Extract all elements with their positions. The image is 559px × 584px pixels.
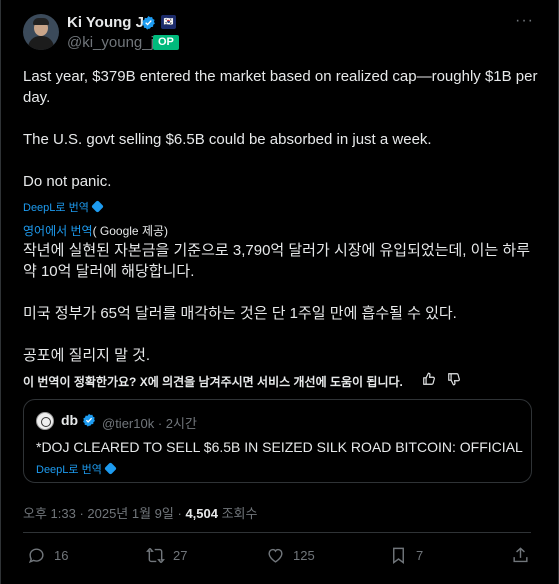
repost-icon (146, 547, 165, 563)
thumbs-up-icon[interactable] (422, 372, 436, 386)
view-count: 4,504 (185, 506, 218, 521)
repost-button[interactable]: 27 (146, 545, 187, 565)
reply-button[interactable]: 16 (27, 545, 68, 565)
tweet-text: Last year, $379B entered the market base… (23, 66, 543, 192)
reply-count: 16 (54, 547, 69, 563)
quote-author-name[interactable]: db (61, 412, 78, 428)
quote-deepl-translate-link[interactable]: DeepL로 번역 (36, 461, 117, 477)
translated-text: 작년에 실현된 자본금을 기준으로 3,790억 달러가 시장에 유입되었는데,… (23, 240, 543, 366)
translated-from-link[interactable]: 영어에서 번역 (23, 224, 93, 238)
quote-author-avatar[interactable] (36, 412, 54, 430)
op-badge: OP (153, 35, 179, 50)
bookmark-icon (393, 547, 404, 564)
tweet-meta: 오후 1:33 · 2025년 1월 9일 · 4,504 조회수 (23, 503, 257, 522)
repost-count: 27 (173, 547, 188, 563)
like-count: 125 (293, 547, 315, 563)
deepl-translate-link[interactable]: DeepL로 번역 (23, 199, 104, 215)
heart-icon (268, 548, 283, 563)
views-label: 조회수 (217, 506, 258, 521)
tweet-detail: Ki Young Ju 🇰🇷 @ki_young_ju OP ··· Last … (0, 0, 559, 584)
bookmark-count: 7 (416, 547, 424, 563)
like-button[interactable]: 125 (266, 545, 315, 565)
tweet-timestamp[interactable]: 오후 1:33 · 2025년 1월 9일 · (23, 506, 185, 521)
quote-author-handle[interactable]: @tier10k · 2시간 (102, 413, 197, 432)
translation-line: 작년에 실현된 자본금을 기준으로 3,790억 달러가 시장에 유입되었는데,… (23, 242, 531, 280)
quote-text: *DOJ CLEARED TO SELL $6.5B IN SEIZED SIL… (36, 439, 523, 455)
thumbs-down-icon[interactable] (447, 372, 461, 386)
bookmark-button[interactable]: 7 (389, 545, 423, 565)
deepl-icon (90, 200, 104, 213)
verified-badge-icon (142, 15, 155, 30)
divider (23, 532, 531, 533)
tweet-line: Do not panic. (23, 173, 112, 190)
tweet-line: Last year, $379B entered the market base… (23, 68, 538, 106)
translation-provider: ( Google 제공) (92, 224, 169, 238)
translation-line: 공포에 질리지 말 것. (23, 347, 151, 364)
deepl-label[interactable]: DeepL로 번역 (23, 202, 89, 214)
share-button[interactable] (511, 545, 538, 565)
author-avatar[interactable] (23, 14, 59, 50)
share-icon (513, 546, 528, 562)
tweet-line: The U.S. govt selling $6.5B could be abs… (23, 131, 432, 148)
flag-icon: 🇰🇷 (161, 15, 176, 29)
translation-feedback-prompt: 이 번역이 정확한가요? X에 의견을 남겨주시면 서비스 개선에 도움이 됩니… (23, 375, 403, 389)
author-handle[interactable]: @ki_young_ju (67, 34, 162, 51)
verified-badge-icon (83, 413, 95, 427)
more-options-icon[interactable]: ··· (515, 12, 534, 30)
deepl-icon (103, 462, 117, 475)
translation-line: 미국 정부가 65억 달러를 매각하는 것은 단 1주일 만에 흡수될 수 있다… (23, 305, 457, 322)
translation-source: 영어에서 번역( Google 제공) (23, 222, 168, 239)
reply-icon (28, 547, 44, 563)
quoted-tweet[interactable]: db @tier10k · 2시간 *DOJ CLEARED TO SELL $… (23, 399, 532, 483)
deepl-label[interactable]: DeepL로 번역 (36, 464, 102, 476)
